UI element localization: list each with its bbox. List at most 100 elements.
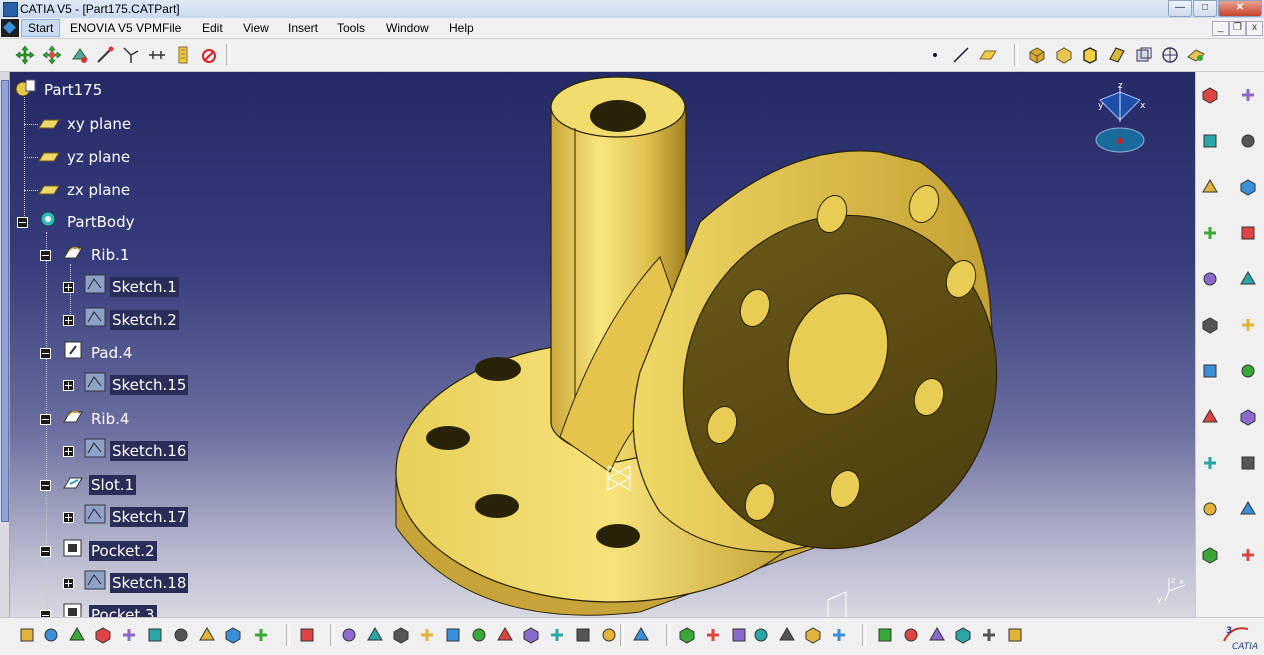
tree-sketch[interactable]: Sketch.2 <box>110 310 179 330</box>
collapse-feature-button[interactable] <box>40 414 51 425</box>
annotation-icon[interactable] <box>1199 544 1221 566</box>
dress-up-icon[interactable] <box>1199 452 1221 474</box>
fillet-icon[interactable] <box>1237 268 1259 290</box>
tree-scrollbar[interactable] <box>0 72 10 617</box>
tree-feature[interactable]: Slot.1 <box>89 475 137 495</box>
menu-tools[interactable]: Tools <box>337 21 365 35</box>
paste-icon[interactable] <box>170 624 192 646</box>
hierarchy-icon[interactable] <box>728 624 750 646</box>
tree-xy-plane[interactable]: xy plane <box>65 114 133 134</box>
tree-sketch[interactable]: Sketch.1 <box>110 277 179 297</box>
update-icon[interactable] <box>296 624 318 646</box>
ratio-icon[interactable] <box>900 624 922 646</box>
material-icon[interactable] <box>1185 44 1207 66</box>
menu-enovia[interactable]: ENOVIA V5 VPM <box>70 21 162 35</box>
constraint-icon[interactable] <box>146 44 168 66</box>
constraint-icon[interactable] <box>952 624 974 646</box>
compass-widget[interactable]: z x y <box>1088 78 1158 158</box>
chamfer-icon[interactable] <box>1199 314 1221 336</box>
doc-close-button[interactable]: x <box>1246 21 1263 36</box>
tree-yz-plane[interactable]: yz plane <box>65 147 132 167</box>
doc-minimize-button[interactable]: _ <box>1212 21 1229 36</box>
copy-icon[interactable] <box>144 624 166 646</box>
expand-sketch-button[interactable] <box>63 578 74 589</box>
tree-sketch[interactable]: Sketch.18 <box>110 573 189 593</box>
collapse-feature-button[interactable] <box>40 546 51 557</box>
menu-file[interactable]: File <box>162 21 181 35</box>
menu-window[interactable]: Window <box>386 21 429 35</box>
undo-icon[interactable] <box>196 624 218 646</box>
save-icon[interactable] <box>66 624 88 646</box>
zoom-out-icon[interactable] <box>468 624 490 646</box>
shading-icon[interactable] <box>1026 44 1048 66</box>
pocket-icon[interactable] <box>1237 84 1259 106</box>
shaft-icon[interactable] <box>1199 130 1221 152</box>
menu-view[interactable]: View <box>243 21 269 35</box>
axis-icon[interactable] <box>120 44 142 66</box>
tree-feature[interactable]: Pocket.3 <box>89 605 157 617</box>
fit-all-icon[interactable] <box>364 624 386 646</box>
tree-sketch[interactable]: Sketch.15 <box>110 375 189 395</box>
transform-icon[interactable] <box>1237 452 1259 474</box>
line-icon[interactable] <box>950 44 972 66</box>
move-icon[interactable] <box>41 44 63 66</box>
text-icon[interactable] <box>1237 498 1259 520</box>
catia-app-icon[interactable] <box>3 2 18 17</box>
new-icon[interactable] <box>16 624 38 646</box>
pad-icon[interactable] <box>1199 84 1221 106</box>
split-icon[interactable] <box>1237 406 1259 428</box>
menu-start[interactable]: Start <box>21 19 61 37</box>
open-icon[interactable] <box>40 624 62 646</box>
wireframe-icon[interactable] <box>1106 44 1128 66</box>
expand-sketch-button[interactable] <box>63 282 74 293</box>
normal-view-icon[interactable] <box>494 624 516 646</box>
solid-combine-icon[interactable] <box>1237 222 1259 244</box>
tree-zx-plane[interactable]: zx plane <box>65 180 132 200</box>
hide-show-icon[interactable] <box>572 624 594 646</box>
iso-view-icon[interactable] <box>546 624 568 646</box>
bom-icon[interactable] <box>978 624 1000 646</box>
menu-edit[interactable]: Edit <box>202 21 223 35</box>
knowledge-icon[interactable] <box>676 624 698 646</box>
collapse-partbody-button[interactable] <box>17 217 28 228</box>
stiffener-icon[interactable] <box>1199 222 1221 244</box>
analysis-icon[interactable] <box>198 44 220 66</box>
tree-feature[interactable]: Pad.4 <box>89 343 134 363</box>
menu-insert[interactable]: Insert <box>288 21 318 35</box>
measure-icon[interactable] <box>172 44 194 66</box>
boolean-icon[interactable] <box>1199 498 1221 520</box>
multi-view-icon[interactable] <box>520 624 542 646</box>
customize-icon[interactable] <box>1133 44 1155 66</box>
formula-icon[interactable] <box>630 624 652 646</box>
maximize-button[interactable]: □ <box>1193 0 1217 17</box>
collapse-feature-button[interactable] <box>40 348 51 359</box>
expand-sketch-button[interactable] <box>63 512 74 523</box>
sketch-icon[interactable] <box>1199 268 1221 290</box>
hole-icon[interactable] <box>1237 130 1259 152</box>
edges-icon[interactable] <box>1079 44 1101 66</box>
hand-icon[interactable] <box>828 624 850 646</box>
plane-icon[interactable] <box>977 44 999 66</box>
menu-help[interactable]: Help <box>449 21 474 35</box>
cut-icon[interactable] <box>118 624 140 646</box>
redo-icon[interactable] <box>222 624 244 646</box>
tree-sketch[interactable]: Sketch.17 <box>110 507 189 527</box>
tree-feature[interactable]: Pocket.2 <box>89 541 157 561</box>
point-icon[interactable] <box>924 44 946 66</box>
expand-sketch-button[interactable] <box>63 380 74 391</box>
explode-icon[interactable] <box>94 44 116 66</box>
document-menu-icon[interactable] <box>1 19 19 37</box>
whats-this-icon[interactable] <box>250 624 272 646</box>
fly-icon[interactable] <box>338 624 360 646</box>
table-icon[interactable] <box>702 624 724 646</box>
3d-viewport[interactable]: z x y x y z Part175 xy plane yz plane zx… <box>0 72 1195 617</box>
collapse-feature-button[interactable] <box>40 480 51 491</box>
analysis-icon[interactable] <box>1237 544 1259 566</box>
rib-icon[interactable] <box>1199 176 1221 198</box>
snap-point-icon[interactable] <box>874 624 896 646</box>
thread-icon[interactable] <box>1199 406 1221 428</box>
part-icon[interactable] <box>14 78 36 98</box>
slot-icon[interactable] <box>1237 176 1259 198</box>
snap-icon[interactable] <box>69 44 91 66</box>
tree-sketch[interactable]: Sketch.16 <box>110 441 189 461</box>
